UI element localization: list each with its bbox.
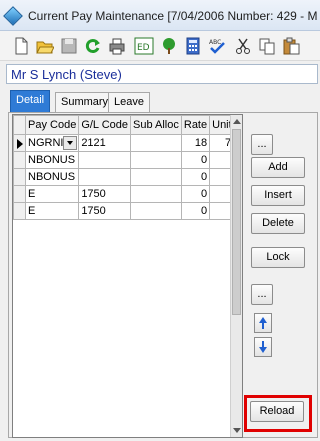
save-icon[interactable] [60,37,78,55]
table-row[interactable]: E 1750 0 0 [13,202,241,220]
window-title: Current Pay Maintenance [7/04/2006 Numbe… [28,9,318,23]
print-icon[interactable] [108,37,126,55]
cut-icon[interactable] [234,37,252,55]
pay-grid[interactable]: Pay Code G/L Code Sub Alloc Rate Units N… [12,114,243,438]
pay-code-cell[interactable]: E [24,202,80,220]
sub-alloc-cell[interactable] [130,151,182,169]
header-row: Pay Code G/L Code Sub Alloc Rate Units [13,115,241,135]
svg-text:ED: ED [137,43,150,53]
sub-alloc-cell[interactable] [130,134,182,152]
pay-maintenance-window: Current Pay Maintenance [7/04/2006 Numbe… [0,0,320,441]
gl-code-cell[interactable]: 2121 [78,134,131,152]
pay-code-value: NGRNI [28,137,64,149]
ellipsis-button[interactable]: ... [251,134,273,155]
svg-text:ABC: ABC [209,39,221,46]
new-icon[interactable] [12,37,30,55]
row-indicator [13,185,26,203]
spellcheck-icon[interactable]: ABC [208,37,226,55]
arrow-down-icon [259,341,267,353]
pay-code-cell[interactable]: NBONUS [24,151,80,169]
scroll-down-icon[interactable] [233,428,241,433]
move-up-button[interactable] [254,313,272,333]
sub-alloc-cell[interactable] [130,185,182,203]
table-row[interactable]: NGRNI 2121 18 76 [13,134,241,152]
lock-button[interactable]: Lock [251,247,305,268]
vertical-scrollbar[interactable] [230,115,242,437]
tab-summary[interactable]: Summary [55,92,115,112]
rate-cell[interactable]: 0 [180,202,211,220]
arrow-up-icon [259,317,267,329]
toolbar: ED ABC [0,31,320,61]
move-down-button[interactable] [254,337,272,357]
paste-icon[interactable] [282,37,300,55]
pay-code-cell[interactable]: NGRNI [24,134,80,152]
row-indicator [13,202,26,220]
gl-code-cell[interactable]: 1750 [78,185,131,203]
rate-cell[interactable]: 0 [180,168,211,186]
pay-code-dropdown-icon[interactable] [63,136,78,150]
column-header[interactable]: Rate [180,115,211,135]
sub-alloc-cell[interactable] [130,168,182,186]
rate-cell[interactable]: 0 [180,151,211,169]
tab-detail[interactable]: Detail [10,90,51,113]
current-row-arrow-icon [17,139,23,149]
title-bar: Current Pay Maintenance [7/04/2006 Numbe… [0,0,320,31]
pay-code-cell[interactable]: E [24,185,80,203]
scroll-thumb[interactable] [232,129,241,315]
reload-button[interactable]: Reload [250,401,304,422]
delete-button[interactable]: Delete [251,213,305,234]
gl-code-cell[interactable] [78,168,131,186]
table-row[interactable]: NBONUS 0 0 [13,151,241,169]
gl-code-cell[interactable]: 1750 [78,202,131,220]
pay-table: Pay Code G/L Code Sub Alloc Rate Units N… [13,115,241,220]
sub-alloc-cell[interactable] [130,202,182,220]
copy-icon[interactable] [258,37,276,55]
calculator-icon[interactable] [184,37,202,55]
scroll-up-icon[interactable] [233,119,241,124]
row-indicator [13,168,26,186]
edit-icon[interactable]: ED [134,37,154,55]
table-row[interactable]: E 1750 0 0 [13,185,241,203]
open-icon[interactable] [36,37,54,55]
row-indicator [13,151,26,169]
tab-leave[interactable]: Leave [108,92,150,112]
ellipsis-button-2[interactable]: ... [251,284,273,305]
column-header[interactable]: Pay Code [24,115,80,135]
rate-cell[interactable]: 0 [180,185,211,203]
insert-button[interactable]: Insert [251,185,305,206]
column-header[interactable]: Sub Alloc [130,115,182,135]
gl-code-cell[interactable] [78,151,131,169]
add-button[interactable]: Add [251,157,305,178]
pay-code-cell[interactable]: NBONUS [24,168,80,186]
column-header[interactable]: G/L Code [78,115,131,135]
current-row-indicator [13,134,26,152]
row-indicator-header [13,115,26,135]
tree-icon[interactable] [160,37,178,55]
app-icon [3,6,23,26]
table-row[interactable]: NBONUS 0 0 [13,168,241,186]
rate-cell[interactable]: 18 [180,134,211,152]
employee-name-field: Mr S Lynch (Steve) [6,64,318,84]
refresh-icon[interactable] [84,37,102,55]
